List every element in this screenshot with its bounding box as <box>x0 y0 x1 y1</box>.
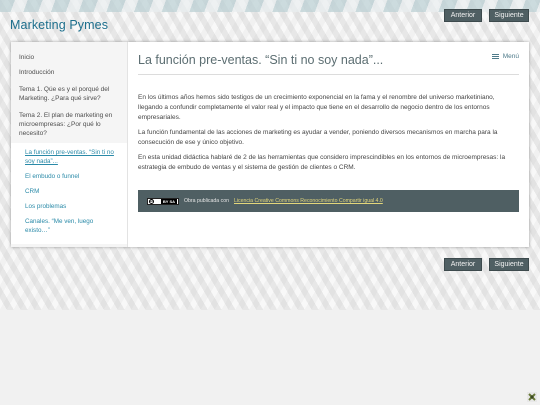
title-divider <box>138 74 519 75</box>
top-nav: Anterior Siguiente <box>444 9 529 22</box>
sidebar-item-tema-1[interactable]: Tema 1. Qúe es y el porqué del Marketing… <box>11 82 127 106</box>
sidebar-item-tema-2[interactable]: Tema 2. El plan de marketing en microemp… <box>11 108 127 141</box>
sidebar-subitem-embudo[interactable]: El embudo o funnel <box>11 169 127 184</box>
hamburger-icon <box>491 54 499 59</box>
sidebar-subitem-crm[interactable]: CRM <box>11 184 127 199</box>
menu-label: Menú <box>502 53 519 60</box>
page-title: La función pre-ventas. “Sin ti no soy na… <box>138 53 384 67</box>
license-footer: cc BY SA Obra publicada con Licencia Cre… <box>138 190 519 212</box>
license-link[interactable]: Licencia Creative Commons Reconocimiento… <box>234 198 383 204</box>
sidebar-submenu: La función pre-ventas. “Sin ti no soy na… <box>11 143 127 244</box>
prev-button-bottom[interactable]: Anterior <box>444 258 482 271</box>
sidebar-item-inicio[interactable]: Inicio <box>11 50 127 65</box>
paragraph-3: En esta unidad didáctica hablaré de 2 de… <box>138 154 506 171</box>
exe-logo-icon[interactable] <box>527 392 537 402</box>
cc-license-badge-icon[interactable]: cc BY SA <box>147 197 179 205</box>
bottom-nav: Anterior Siguiente <box>444 258 529 271</box>
prev-button[interactable]: Anterior <box>444 9 482 22</box>
cc-logo: cc <box>149 198 154 204</box>
site-title[interactable]: Marketing Pymes <box>10 18 108 32</box>
sidebar-subitem-problemas[interactable]: Los problemas <box>11 199 127 214</box>
sidebar-nav: Inicio Introducción Tema 1. Qúe es y el … <box>11 42 128 247</box>
paragraph-2: La función fundamental de las acciones d… <box>138 129 498 146</box>
license-prefix: Obra publicada con <box>184 198 229 204</box>
sidebar-item-introduccion[interactable]: Introducción <box>11 65 127 80</box>
main-content: La función pre-ventas. “Sin ti no soy na… <box>128 42 529 247</box>
sidebar-subitem-pre-ventas[interactable]: La función pre-ventas. “Sin ti no soy na… <box>11 145 127 169</box>
content-card: Inicio Introducción Tema 1. Qúe es y el … <box>11 42 529 247</box>
next-button[interactable]: Siguiente <box>489 9 529 22</box>
menu-toggle-button[interactable]: Menú <box>491 53 519 60</box>
paragraph-1: En los últimos años hemos sido testigos … <box>138 94 495 121</box>
next-button-bottom[interactable]: Siguiente <box>489 258 529 271</box>
sidebar-subitem-canales[interactable]: Canales. “Me ven, luego existo…” <box>11 214 127 238</box>
cc-badge-terms: BY SA <box>160 198 177 204</box>
